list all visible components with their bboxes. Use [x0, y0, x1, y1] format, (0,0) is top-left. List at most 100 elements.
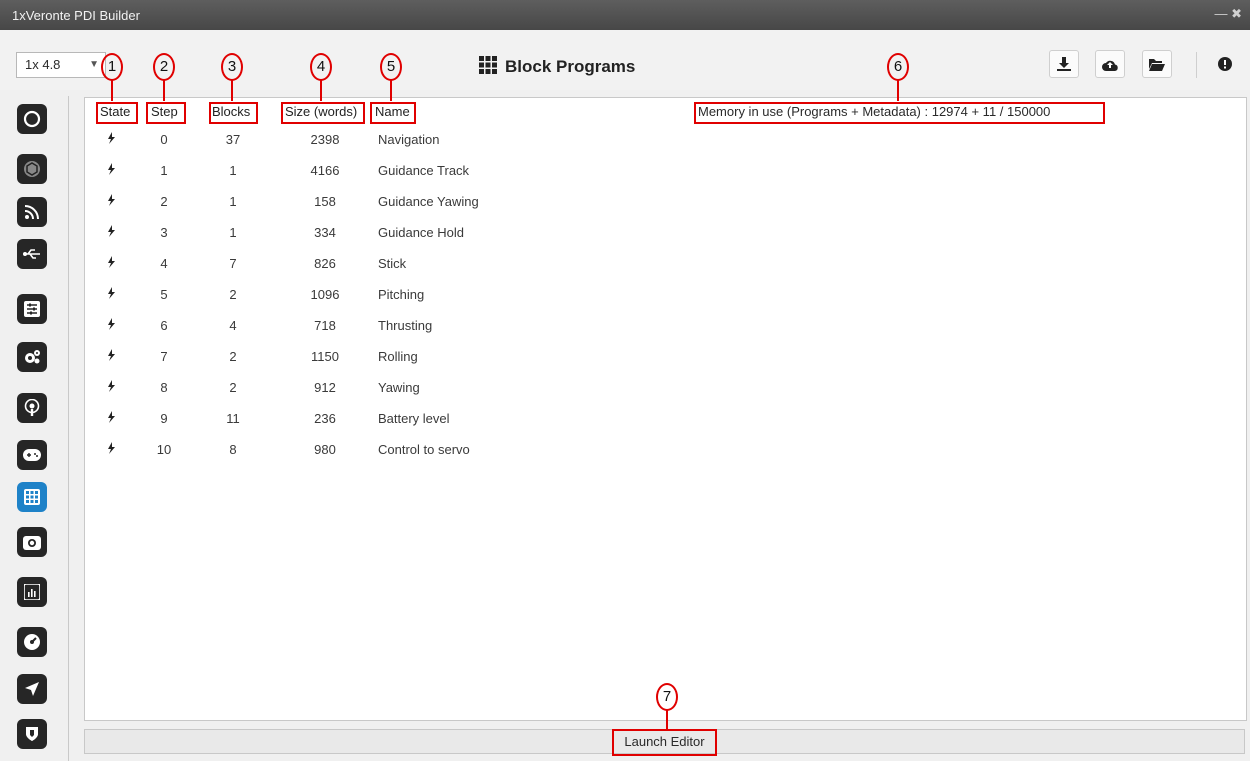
callout-line-4 — [320, 80, 322, 101]
cell-blocks: 11 — [226, 411, 240, 426]
cell-name: Navigation — [378, 132, 440, 147]
gamepad-icon — [23, 449, 41, 461]
cell-size: 1096 — [310, 287, 340, 302]
callout-line-5 — [390, 80, 392, 101]
download-button[interactable] — [1049, 50, 1079, 78]
version-value: 1x 4.8 — [25, 57, 61, 72]
table-row[interactable]: 1 1 4166 Guidance Track — [85, 156, 1185, 187]
state-bolt-icon — [107, 224, 121, 242]
open-folder-button[interactable] — [1142, 50, 1172, 78]
sidebar-item-rss[interactable] — [17, 197, 47, 227]
annotation-box-state — [96, 102, 138, 124]
table-row[interactable]: 3 1 334 Guidance Hold — [85, 218, 1185, 249]
power-icon — [23, 110, 41, 128]
cell-blocks: 1 — [229, 163, 237, 178]
top-toolbar: 1x 4.8 ▼ Block Programs — [0, 30, 1250, 90]
sidebar-item-sliders[interactable] — [17, 294, 47, 324]
cell-size: 826 — [314, 256, 336, 271]
grid-icon — [479, 56, 497, 74]
grid-icon — [24, 489, 40, 505]
annotation-box-name — [370, 102, 416, 124]
launch-editor-button[interactable]: Launch Editor — [84, 729, 1245, 756]
callout-5: 5 — [380, 53, 402, 81]
sidebar-divider — [68, 96, 69, 761]
cell-step: 1 — [160, 163, 168, 178]
table-row[interactable]: 2 1 158 Guidance Yawing — [85, 187, 1185, 218]
info-button[interactable] — [1210, 50, 1240, 78]
cell-blocks: 2 — [229, 380, 237, 395]
cell-blocks: 7 — [229, 256, 237, 271]
dashboard-icon — [24, 634, 40, 650]
folder-open-icon — [1149, 58, 1165, 71]
shield-icon — [26, 727, 38, 741]
cell-blocks: 4 — [229, 318, 237, 333]
annotation-box-blocks — [209, 102, 258, 124]
cloud-upload-button[interactable] — [1095, 50, 1125, 78]
callout-line-3 — [231, 80, 233, 101]
cell-step: 0 — [160, 132, 168, 147]
state-bolt-icon — [107, 162, 121, 180]
annotation-box-size — [281, 102, 365, 124]
cell-size: 4166 — [310, 163, 340, 178]
cell-step: 6 — [160, 318, 168, 333]
sidebar-item-camera[interactable] — [17, 527, 47, 557]
table-row[interactable]: 9 11 236 Battery level — [85, 404, 1185, 435]
sidebar-item-podcast[interactable] — [17, 393, 47, 423]
callout-line-1 — [111, 80, 113, 101]
table-row[interactable]: 8 2 912 Yawing — [85, 373, 1185, 404]
cell-blocks: 8 — [229, 442, 237, 457]
state-bolt-icon — [107, 286, 121, 304]
cell-step: 9 — [160, 411, 168, 426]
cell-size: 334 — [314, 225, 336, 240]
sidebar-item-plane[interactable] — [17, 674, 47, 704]
callout-line-6 — [897, 80, 899, 101]
sidebar-item-usb[interactable] — [17, 239, 47, 269]
callout-line-7 — [666, 710, 668, 731]
cell-name: Pitching — [378, 287, 425, 302]
chart-icon — [24, 584, 40, 600]
table-row[interactable]: 7 2 1150 Rolling — [85, 342, 1185, 373]
usb-icon — [23, 249, 40, 259]
cell-blocks: 37 — [225, 132, 241, 147]
callout-line-2 — [163, 80, 165, 101]
table-row[interactable]: 4 7 826 Stick — [85, 249, 1185, 280]
table-row[interactable]: 10 8 980 Control to servo — [85, 435, 1185, 466]
table-row[interactable]: 5 2 1096 Pitching — [85, 280, 1185, 311]
window-title: 1xVeronte PDI Builder — [12, 8, 140, 23]
window-controls[interactable]: — ✖ — [1214, 6, 1242, 22]
sidebar-item-dashboard[interactable] — [17, 627, 47, 657]
sidebar-item-block-programs[interactable] — [17, 482, 47, 512]
state-bolt-icon — [107, 348, 121, 366]
state-bolt-icon — [107, 317, 121, 335]
title-bar: 1xVeronte PDI Builder — ✖ — [0, 0, 1250, 30]
table-row[interactable]: 6 4 718 Thrusting — [85, 311, 1185, 342]
cell-size: 980 — [314, 442, 336, 457]
download-icon — [1057, 57, 1071, 71]
cloud-upload-icon — [1102, 60, 1118, 71]
plane-icon — [25, 682, 39, 696]
cell-blocks: 1 — [229, 194, 237, 209]
callout-1: 1 — [101, 53, 123, 81]
version-select[interactable]: 1x 4.8 ▼ — [16, 52, 106, 78]
sidebar-item-gamepad[interactable] — [17, 440, 47, 470]
sidebar-item-shield[interactable] — [17, 719, 47, 749]
callout-4: 4 — [310, 53, 332, 81]
sidebar-item-power[interactable] — [17, 104, 47, 134]
cell-blocks: 1 — [229, 225, 237, 240]
cell-step: 3 — [160, 225, 168, 240]
state-bolt-icon — [107, 410, 121, 428]
callout-2: 2 — [153, 53, 175, 81]
cell-step: 10 — [156, 442, 172, 457]
block-programs-panel: State Step Blocks Size (words) Name Memo… — [84, 97, 1247, 721]
info-icon — [1218, 57, 1232, 71]
cell-name: Control to servo — [378, 442, 470, 457]
table-row[interactable]: 0 37 2398 Navigation — [85, 125, 1185, 156]
sidebar-item-chart[interactable] — [17, 577, 47, 607]
cell-step: 8 — [160, 380, 168, 395]
cell-size: 236 — [314, 411, 336, 426]
cell-step: 5 — [160, 287, 168, 302]
cell-step: 4 — [160, 256, 168, 271]
sidebar-item-gears[interactable] — [17, 342, 47, 372]
cell-name: Stick — [378, 256, 407, 271]
sidebar-item-hexagon[interactable] — [17, 154, 47, 184]
